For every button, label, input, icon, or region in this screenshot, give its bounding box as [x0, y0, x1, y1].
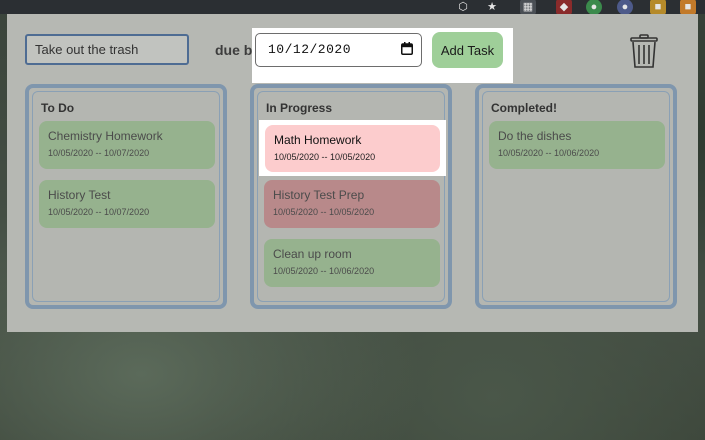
completed-column[interactable]: Completed! Do the dishes 10/05/2020 -- 1… [475, 84, 677, 309]
task-board-panel: due by 10/12/2020 Add Task To Do Chemist… [7, 14, 698, 332]
extension-icon[interactable]: ▦ [520, 0, 536, 15]
browser-toolbar: ⬡ ★ ▦ ◆ ● ● ■ ■ [0, 0, 705, 15]
task-card[interactable]: Chemistry Homework 10/05/2020 -- 10/07/2… [39, 121, 215, 169]
todo-column[interactable]: To Do Chemistry Homework 10/05/2020 -- 1… [25, 84, 227, 309]
task-name-input[interactable] [25, 34, 189, 65]
due-date-input[interactable]: 10/12/2020 [255, 33, 422, 67]
task-title: Chemistry Homework [48, 129, 163, 143]
task-dates: 10/05/2020 -- 10/07/2020 [48, 207, 150, 217]
shield-icon[interactable]: ⬡ [455, 0, 471, 15]
task-title: Do the dishes [498, 129, 572, 143]
extension-icon[interactable]: ■ [650, 0, 666, 15]
column-title: In Progress [266, 101, 333, 115]
task-dates: 10/05/2020 -- 10/05/2020 [274, 152, 376, 162]
task-card[interactable]: History Test Prep 10/05/2020 -- 10/05/20… [264, 180, 440, 228]
task-dates: 10/05/2020 -- 10/05/2020 [273, 207, 375, 217]
column-title: Completed! [491, 101, 557, 115]
task-dates: 10/05/2020 -- 10/06/2020 [273, 266, 375, 276]
task-card[interactable]: History Test 10/05/2020 -- 10/07/2020 [39, 180, 215, 228]
calendar-icon[interactable] [401, 42, 413, 55]
in-progress-column[interactable]: In Progress History Test Prep 10/05/2020… [250, 84, 452, 309]
trash-icon[interactable] [630, 34, 658, 68]
task-title: History Test [48, 188, 111, 202]
task-card[interactable]: Clean up room 10/05/2020 -- 10/06/2020 [264, 239, 440, 287]
task-title: History Test Prep [273, 188, 365, 202]
task-card-selected[interactable]: Math Homework 10/05/2020 -- 10/05/2020 [265, 125, 440, 172]
star-icon[interactable]: ★ [484, 0, 500, 15]
task-card[interactable]: Do the dishes 10/05/2020 -- 10/06/2020 [489, 121, 665, 169]
task-title: Math Homework [274, 133, 362, 147]
task-title: Clean up room [273, 247, 352, 261]
column-title: To Do [41, 101, 75, 115]
extension-icon[interactable]: ● [617, 0, 633, 15]
extension-icon[interactable]: ● [586, 0, 602, 15]
due-date-value: 10/12/2020 [268, 42, 352, 57]
extension-icon[interactable]: ■ [680, 0, 696, 15]
extension-icon[interactable]: ◆ [556, 0, 572, 15]
task-dates: 10/05/2020 -- 10/07/2020 [48, 148, 150, 158]
task-dates: 10/05/2020 -- 10/06/2020 [498, 148, 600, 158]
add-task-button[interactable]: Add Task [432, 32, 503, 68]
